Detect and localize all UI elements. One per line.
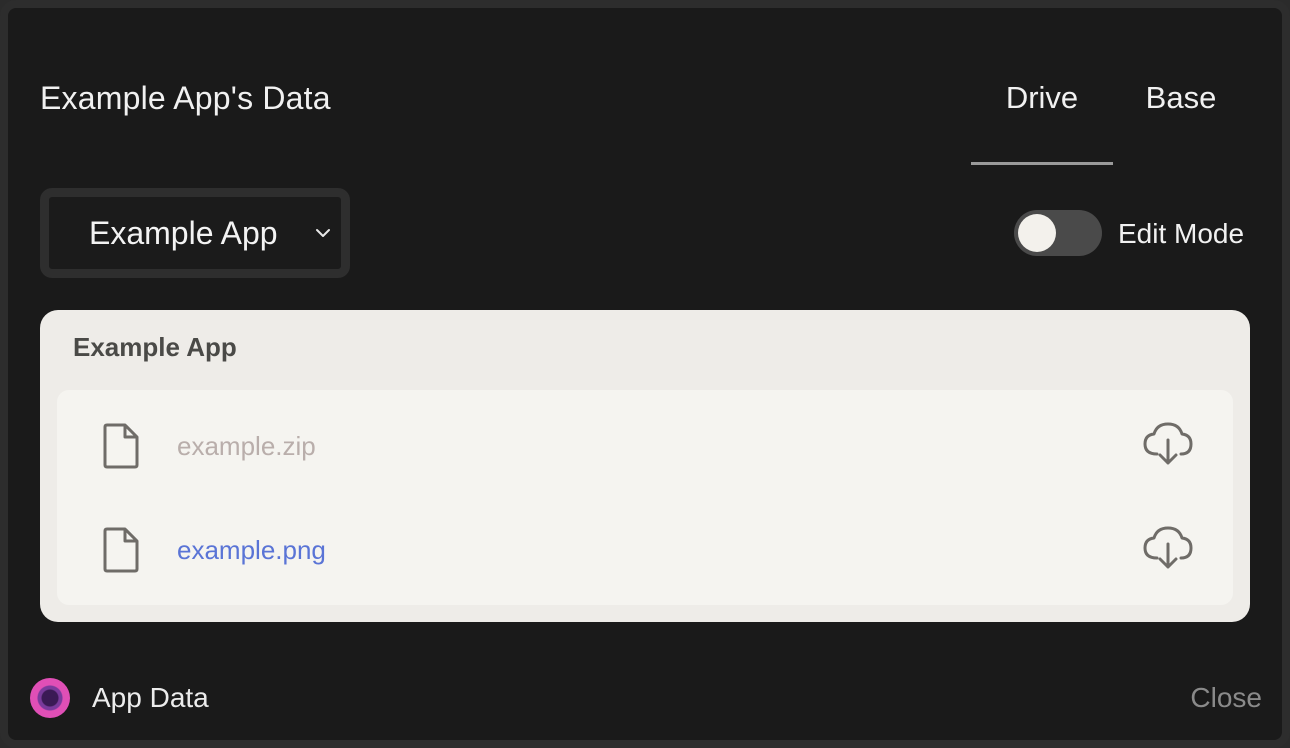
app-select[interactable]: Example App <box>40 188 350 278</box>
app-select-value: Example App <box>89 215 278 251</box>
edit-mode-toggle[interactable] <box>1014 210 1102 256</box>
list-item[interactable]: example.zip <box>57 390 1233 496</box>
cloud-download-icon[interactable] <box>1141 420 1195 466</box>
dialog-title: Example App's Data <box>40 80 331 116</box>
app-logo <box>30 678 70 718</box>
file-list: example.zip example.png <box>57 390 1233 605</box>
edit-mode-label: Edit Mode <box>1118 218 1245 249</box>
list-item[interactable]: example.png <box>57 494 1233 600</box>
tab-base[interactable]: Base <box>1121 68 1241 162</box>
tab-drive[interactable]: Drive <box>971 68 1113 165</box>
files-panel: Example App example.zip example.png <box>40 310 1250 622</box>
cloud-download-icon[interactable] <box>1141 524 1195 570</box>
footer-label: App Data <box>92 682 209 713</box>
toggle-knob <box>1018 214 1056 252</box>
file-icon <box>103 527 139 573</box>
file-name[interactable]: example.png <box>177 530 326 570</box>
file-name[interactable]: example.zip <box>177 426 316 466</box>
app-data-dialog: Example App's Data Drive Base Example Ap… <box>0 0 1290 748</box>
tab-base-label: Base <box>1145 80 1217 115</box>
close-button[interactable]: Close <box>1190 680 1262 716</box>
file-icon <box>103 423 139 469</box>
panel-title: Example App <box>73 332 237 362</box>
chevron-down-icon <box>316 229 330 237</box>
tab-drive-label: Drive <box>1005 80 1079 115</box>
